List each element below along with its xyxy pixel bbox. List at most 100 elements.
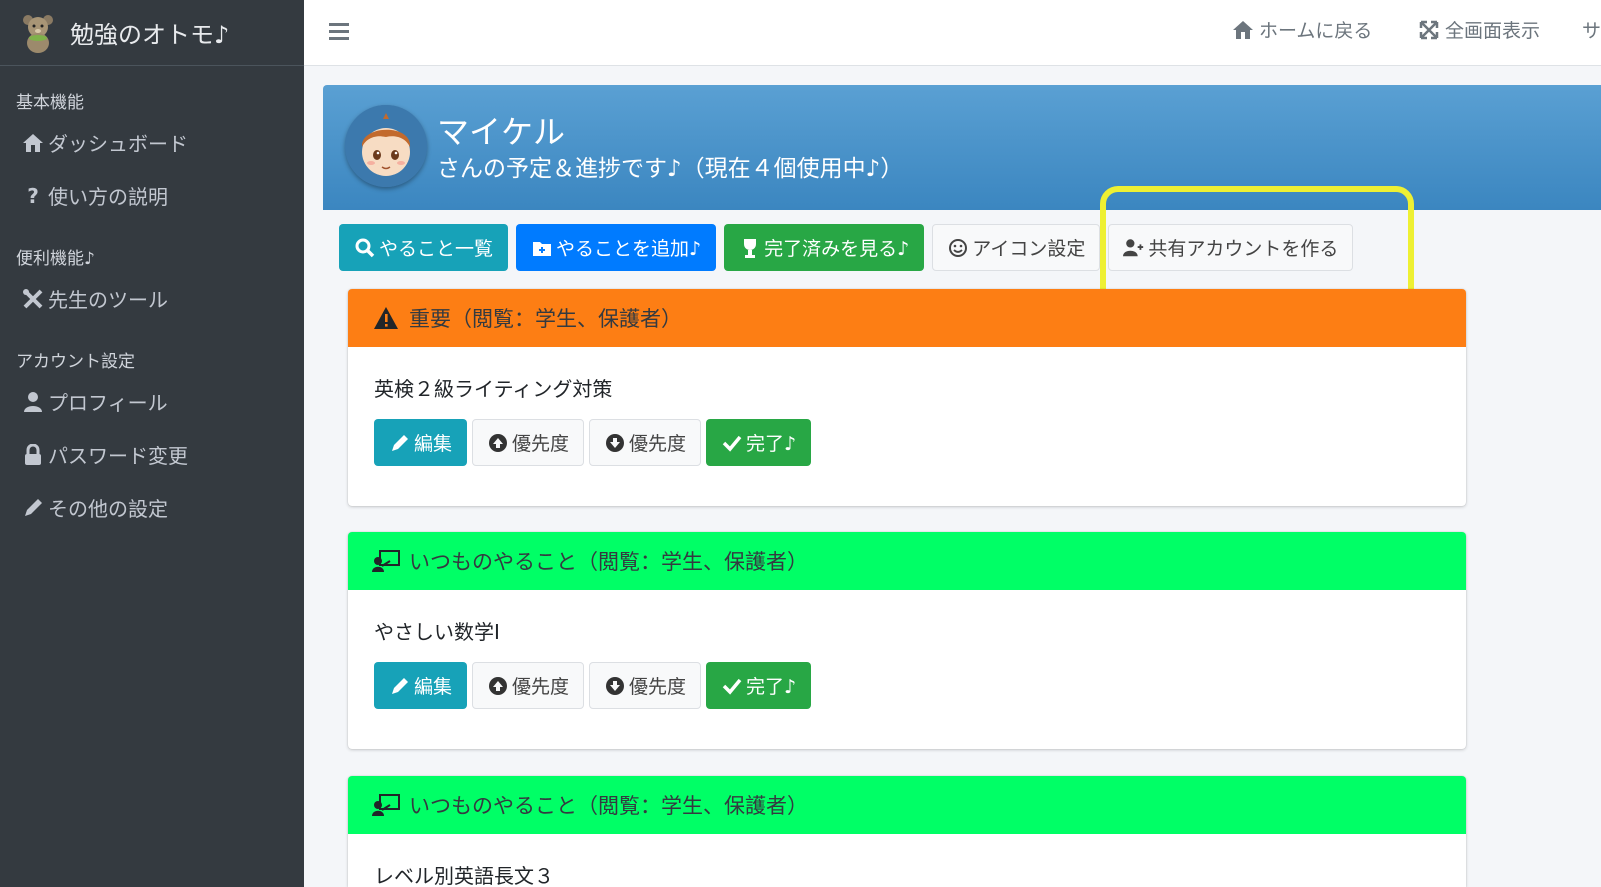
warning-icon [372, 306, 400, 330]
icon-settings-button-label: アイコン設定 [972, 238, 1086, 260]
edit-button-label: 編集 [414, 676, 453, 698]
topbar: ホームに戻る 全画面表示 サ [304, 0, 1601, 66]
folder-plus-icon [531, 238, 553, 258]
task-card-header: いつものやること（閲覧：学生、保護者） [348, 532, 1466, 590]
house-icon [1231, 19, 1255, 41]
view-completed-button-label: 完了済みを見る♪ [764, 238, 910, 260]
cut-off-link-label: サ [1582, 20, 1601, 42]
home-link[interactable]: ホームに戻る [1231, 16, 1372, 43]
sidebar-item-dashboard[interactable]: ダッシュボード [0, 116, 304, 169]
lock-icon [20, 443, 46, 466]
chalkboard-teacher-icon [372, 549, 400, 573]
hamburger-menu-icon[interactable] [326, 18, 352, 44]
complete-button-label: 完了♪ [746, 433, 797, 455]
priority-up-button-label: 優先度 [512, 676, 570, 698]
complete-button-label: 完了♪ [746, 676, 797, 698]
icon-settings-button[interactable]: アイコン設定 [932, 224, 1101, 271]
sidebar-item-howto[interactable]: ? 使い方の説明 [0, 169, 304, 222]
check-icon [721, 676, 743, 696]
task-title: レベル別英語長文３ [374, 864, 554, 887]
add-todo-button[interactable]: やることを追加♪ [516, 224, 717, 271]
arrow-circle-up-icon [487, 433, 509, 453]
add-todo-button-label: やることを追加♪ [556, 238, 702, 260]
task-card-body: レベル別英語長文３ [348, 834, 1466, 887]
priority-down-button-label: 優先度 [629, 676, 687, 698]
sidebar-item-label: その他の設定 [48, 497, 168, 521]
action-button-row: やること一覧 やることを追加♪ 完了済みを見る♪ アイコン設定 共有アカウントを… [339, 224, 1354, 272]
brand[interactable]: 勉強のオトモ♪ [0, 0, 304, 66]
fullscreen-link-label: 全画面表示 [1445, 20, 1541, 42]
sidebar-item-other-settings[interactable]: その他の設定 [0, 481, 304, 534]
smile-icon [947, 238, 969, 258]
task-card-header: いつものやること（閲覧：学生、保護者） [348, 776, 1466, 834]
sidebar-item-label: パスワード変更 [48, 444, 188, 468]
todo-list-button[interactable]: やること一覧 [339, 224, 509, 271]
create-shared-account-button[interactable]: 共有アカウントを作る [1108, 224, 1354, 271]
sidebar-item-label: プロフィール [48, 391, 168, 415]
nav-header-basic: 基本機能 [16, 93, 84, 113]
check-icon [721, 433, 743, 453]
edit-button[interactable]: 編集 [374, 419, 468, 466]
profile-name: マイケル [437, 113, 566, 151]
sidebar-item-password[interactable]: パスワード変更 [0, 428, 304, 481]
boy-avatar-icon [345, 105, 427, 187]
complete-button[interactable]: 完了♪ [706, 662, 812, 709]
tools-icon [20, 288, 46, 310]
task-card: いつものやること（閲覧：学生、保護者） やさしい数学Ⅰ 編集 優先度 優先度 完… [348, 532, 1466, 749]
sidebar-item-label: 先生のツール [48, 288, 168, 312]
home-link-label: ホームに戻る [1259, 20, 1373, 42]
task-card-header-label: いつものやること（閲覧：学生、保護者） [409, 550, 808, 574]
task-button-row: 編集 優先度 優先度 完了♪ [374, 662, 1440, 709]
edit-button[interactable]: 編集 [374, 662, 468, 709]
profile-header: マイケル さんの予定＆進捗です♪（現在４個使用中♪） [323, 85, 1601, 210]
complete-button[interactable]: 完了♪ [706, 419, 812, 466]
search-icon [354, 238, 376, 258]
expand-icon [1417, 19, 1441, 41]
fullscreen-link[interactable]: 全画面表示 [1417, 16, 1540, 43]
task-title: やさしい数学Ⅰ [374, 620, 500, 644]
priority-down-button[interactable]: 優先度 [589, 419, 702, 466]
create-shared-account-button-label: 共有アカウントを作る [1148, 238, 1339, 260]
priority-down-button-label: 優先度 [629, 433, 687, 455]
task-button-row: 編集 優先度 優先度 完了♪ [374, 419, 1440, 466]
cut-off-link[interactable]: サ [1582, 16, 1601, 43]
chalkboard-teacher-icon [372, 793, 400, 817]
task-card: いつものやること（閲覧：学生、保護者） レベル別英語長文３ [348, 776, 1466, 887]
question-icon: ? [27, 183, 39, 208]
priority-up-button[interactable]: 優先度 [472, 662, 585, 709]
task-card-header: 重要（閲覧：学生、保護者） [348, 289, 1466, 347]
sidebar-item-label: ダッシュボード [48, 132, 188, 156]
profile-subtitle: さんの予定＆進捗です♪（現在４個使用中♪） [437, 156, 904, 182]
arrow-circle-down-icon [604, 676, 626, 696]
brand-title: 勉強のオトモ♪ [70, 21, 230, 49]
priority-up-button[interactable]: 優先度 [472, 419, 585, 466]
task-card: 重要（閲覧：学生、保護者） 英検２級ライティング対策 編集 優先度 優先度 完了… [348, 289, 1466, 506]
task-card-header-label: いつものやること（閲覧：学生、保護者） [409, 794, 808, 818]
priority-up-button-label: 優先度 [512, 433, 570, 455]
arrow-circle-down-icon [604, 433, 626, 453]
task-title: 英検２級ライティング対策 [374, 377, 613, 401]
task-card-body: やさしい数学Ⅰ 編集 優先度 優先度 完了♪ [348, 590, 1466, 709]
user-plus-icon [1123, 238, 1145, 258]
task-card-header-label: 重要（閲覧：学生、保護者） [409, 307, 682, 331]
teddy-bear-logo-icon [23, 14, 53, 53]
nav-header-account: アカウント設定 [16, 352, 135, 372]
nav-header-convenient: 便利機能♪ [16, 249, 95, 269]
edit-button-label: 編集 [414, 433, 453, 455]
arrow-circle-up-icon [487, 676, 509, 696]
user-icon [20, 391, 46, 413]
trophy-icon [739, 238, 761, 258]
sidebar: 勉強のオトモ♪ 基本機能 ダッシュボード ? 使い方の説明 便利機能♪ 先生のツ… [0, 0, 304, 887]
pencil-icon [20, 497, 46, 519]
priority-down-button[interactable]: 優先度 [589, 662, 702, 709]
todo-list-button-label: やること一覧 [379, 238, 494, 260]
sidebar-item-teacher-tools[interactable]: 先生のツール [0, 272, 304, 325]
sidebar-item-label: 使い方の説明 [48, 185, 168, 209]
sidebar-item-profile[interactable]: プロフィール [0, 375, 304, 428]
avatar[interactable] [345, 105, 427, 187]
view-completed-button[interactable]: 完了済みを見る♪ [724, 224, 925, 271]
pencil-icon [389, 676, 411, 696]
house-icon [20, 132, 46, 154]
task-card-body: 英検２級ライティング対策 編集 優先度 優先度 完了♪ [348, 347, 1466, 466]
pencil-icon [389, 433, 411, 453]
